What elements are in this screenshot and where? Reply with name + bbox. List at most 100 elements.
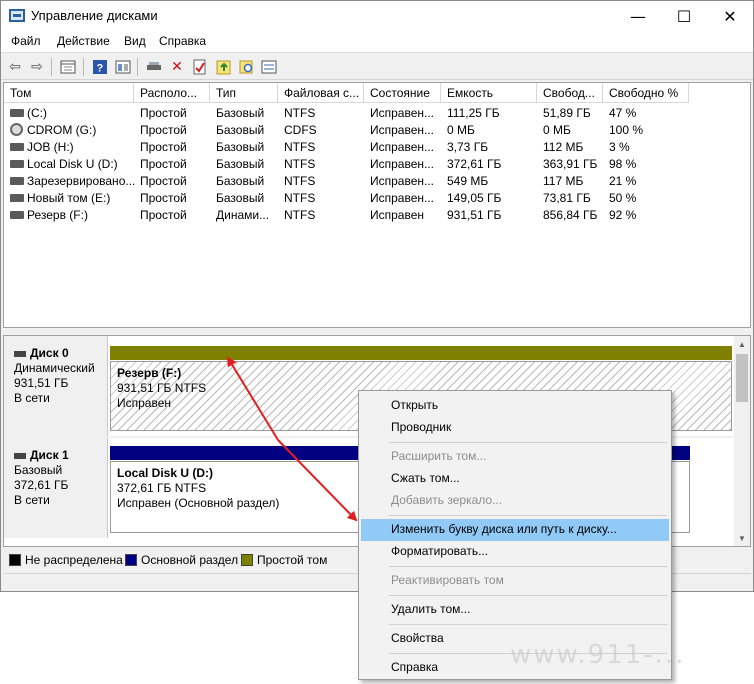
- menu-item-add-mirror: Добавить зеркало...: [391, 493, 503, 507]
- pane-splitter[interactable]: [3, 328, 751, 335]
- help-icon[interactable]: ?: [90, 57, 110, 77]
- toolbar-separator: [83, 58, 84, 76]
- menu-separator: [389, 624, 667, 625]
- maximize-button[interactable]: ☐: [661, 1, 707, 31]
- table-row[interactable]: Резерв (F:) Простой Динами... NTFS Исправен 9…: [4, 207, 750, 224]
- check-icon[interactable]: [190, 57, 210, 77]
- toolbar-separator: [137, 58, 138, 76]
- window-title: Управление дисками: [31, 8, 158, 23]
- legend-label-unallocated: Не распределена: [25, 553, 123, 567]
- menu-item-shrink-volume[interactable]: Сжать том...: [361, 468, 669, 490]
- cell-volume: Резерв (F:): [27, 208, 88, 222]
- table-row[interactable]: Зарезервировано... Простой Базовый NTFS Испр…: [4, 173, 750, 190]
- toolbar-separator: [51, 58, 52, 76]
- volume-list: Том Располо... Тип Файловая с... Состоян…: [3, 82, 751, 328]
- cell-free: 0 МБ: [543, 123, 571, 137]
- drive-icon: [10, 194, 24, 202]
- menu-separator: [389, 566, 667, 567]
- menu-item-delete-volume[interactable]: Удалить том...: [361, 599, 669, 621]
- cell-type: Базовый: [216, 123, 265, 137]
- properties-icon[interactable]: [58, 57, 78, 77]
- cell-status: Исправен...: [370, 157, 435, 171]
- menu-separator: [389, 515, 667, 516]
- legend-label-primary: Основной раздел: [141, 553, 239, 567]
- cell-type: Базовый: [216, 191, 265, 205]
- cell-layout: Простой: [140, 208, 187, 222]
- menu-separator: [389, 442, 667, 443]
- toolbar: ⇦ ⇨ ? ✕: [1, 54, 753, 80]
- graph-scrollbar[interactable]: ▲ ▼: [734, 336, 750, 546]
- delete-icon[interactable]: ✕: [167, 57, 187, 77]
- cell-capacity: 149,05 ГБ: [447, 191, 502, 205]
- column-header-free-percent[interactable]: Свободно %: [603, 83, 689, 103]
- menu-item-open[interactable]: Открыть: [361, 395, 669, 417]
- cell-capacity: 0 МБ: [447, 123, 475, 137]
- column-header-filesystem[interactable]: Файловая с...: [278, 83, 364, 103]
- cell-type: Базовый: [216, 174, 265, 188]
- cell-volume: Local Disk U (D:): [27, 157, 118, 171]
- menu-action[interactable]: Действие: [57, 34, 110, 48]
- table-row[interactable]: (C:) Простой Базовый NTFS Исправен... 111,25 …: [4, 105, 750, 122]
- disk-icon: [14, 452, 26, 459]
- cell-volume: CDROM (G:): [27, 123, 97, 137]
- table-row[interactable]: Local Disk U (D:) Простой Базовый NTFS Испра…: [4, 156, 750, 173]
- disk-1-size: 372,61 ГБ: [14, 478, 69, 492]
- title-bar: Управление дисками — ☐ ✕: [1, 1, 753, 31]
- menu-item-explorer[interactable]: Проводник: [361, 417, 669, 439]
- disk-0-label[interactable]: Диск 0 Динамический 931,51 ГБ В сети: [4, 336, 108, 436]
- cell-filesystem: NTFS: [284, 157, 316, 171]
- menu-item-change-drive-letter[interactable]: Изменить букву диска или путь к диску...: [361, 519, 669, 541]
- minimize-button[interactable]: —: [615, 1, 661, 31]
- cell-free-percent: 92 %: [609, 208, 637, 222]
- cell-layout: Простой: [140, 106, 187, 120]
- refresh-icon[interactable]: [214, 57, 234, 77]
- cell-filesystem: NTFS: [284, 106, 316, 120]
- cell-layout: Простой: [140, 123, 187, 137]
- table-row[interactable]: JOB (H:) Простой Базовый NTFS Исправен... 3,7…: [4, 139, 750, 156]
- forward-icon[interactable]: ⇨: [27, 57, 47, 77]
- column-header-status[interactable]: Состояние: [364, 83, 441, 103]
- cell-free-percent: 100 %: [609, 123, 644, 137]
- view-icon[interactable]: [113, 57, 133, 77]
- cell-free: 73,81 ГБ: [543, 191, 591, 205]
- scroll-up-icon[interactable]: ▲: [738, 340, 746, 349]
- disk-1-label[interactable]: Диск 1 Базовый 372,61 ГБ В сети: [4, 438, 108, 538]
- cell-free: 117 МБ: [543, 174, 584, 188]
- column-header-type[interactable]: Тип: [210, 83, 278, 103]
- table-row[interactable]: CDROM (G:) Простой Базовый CDFS Исправен... 0…: [4, 122, 750, 139]
- column-header-layout[interactable]: Располо...: [134, 83, 210, 103]
- disk-0-type: Динамический: [14, 361, 95, 375]
- back-icon[interactable]: ⇦: [5, 57, 25, 77]
- cell-free-percent: 50 %: [609, 191, 637, 205]
- scroll-down-icon[interactable]: ▼: [738, 534, 746, 543]
- cell-capacity: 931,51 ГБ: [447, 208, 502, 222]
- cell-free-percent: 21 %: [609, 174, 637, 188]
- cell-free: 856,84 ГБ: [543, 208, 598, 222]
- search-icon[interactable]: [237, 57, 257, 77]
- menu-help[interactable]: Справка: [159, 34, 206, 48]
- drive-icon: [10, 160, 24, 168]
- menu-file[interactable]: Файл: [11, 34, 41, 48]
- drive-icon: [10, 177, 24, 185]
- menu-item-format[interactable]: Форматировать...: [361, 541, 669, 563]
- column-header-capacity[interactable]: Емкость: [441, 83, 537, 103]
- cell-volume: Зарезервировано...: [27, 174, 136, 188]
- scroll-thumb[interactable]: [736, 354, 748, 402]
- cell-free-percent: 3 %: [609, 140, 630, 154]
- legend-swatch-primary: [125, 554, 137, 566]
- list-icon[interactable]: [259, 57, 279, 77]
- volume-reserv-name: Резерв (F:): [117, 366, 182, 380]
- column-header-free[interactable]: Свобод...: [537, 83, 603, 103]
- cell-filesystem: CDFS: [284, 123, 317, 137]
- cell-volume: JOB (H:): [27, 140, 74, 154]
- menu-view[interactable]: Вид: [124, 34, 146, 48]
- close-button[interactable]: ✕: [707, 1, 753, 31]
- table-row[interactable]: Новый том (E:) Простой Базовый NTFS Исправен…: [4, 190, 750, 207]
- cell-type: Динами...: [216, 208, 270, 222]
- cell-free: 51,89 ГБ: [543, 106, 591, 120]
- legend-label-simple: Простой том: [257, 553, 328, 567]
- column-header-volume[interactable]: Том: [4, 83, 134, 103]
- cell-capacity: 549 МБ: [447, 174, 489, 188]
- connect-icon[interactable]: [144, 57, 164, 77]
- cell-status: Исправен...: [370, 174, 435, 188]
